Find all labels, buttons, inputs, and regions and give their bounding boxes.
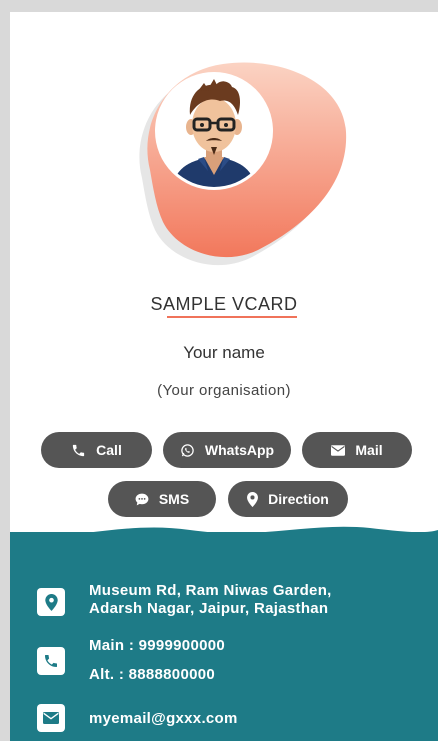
email-text[interactable]: myemail@gxxx.com xyxy=(89,710,238,728)
card-header-area: SAMPLE VCARD Your name (Your organisatio… xyxy=(10,12,438,532)
avatar xyxy=(158,75,270,187)
phone-icon xyxy=(73,444,85,456)
whatsapp-icon xyxy=(181,443,194,457)
title-divider xyxy=(167,316,297,318)
person-name: Your name xyxy=(183,343,265,362)
envelope-icon xyxy=(331,444,346,456)
avatar-icon xyxy=(172,79,256,187)
map-pin-icon xyxy=(247,491,259,507)
phone-icon-box xyxy=(37,647,65,675)
direction-label: Direction xyxy=(268,491,329,507)
mail-label: Mail xyxy=(355,442,383,458)
address-line-1: Museum Rd, Ram Niwas Garden, xyxy=(89,582,332,599)
direction-button[interactable]: Direction xyxy=(228,481,348,517)
vcard: SAMPLE VCARD Your name (Your organisatio… xyxy=(10,12,438,741)
chat-bubble-icon xyxy=(135,493,149,505)
address-line-2: Adarsh Nagar, Jaipur, Rajasthan xyxy=(89,600,329,617)
address-text[interactable]: Museum Rd, Ram Niwas Garden, Adarsh Naga… xyxy=(89,582,332,618)
call-button[interactable]: Call xyxy=(41,432,152,468)
email-icon-box xyxy=(37,704,65,732)
phone-alt[interactable]: Alt. : 8888800000 xyxy=(89,666,215,684)
phone-main[interactable]: Main : 9999900000 xyxy=(89,637,225,655)
sms-button[interactable]: SMS xyxy=(108,481,216,517)
location-pin-icon xyxy=(44,593,58,611)
sms-label: SMS xyxy=(158,491,190,507)
address-icon-box xyxy=(37,588,65,616)
envelope-icon xyxy=(43,712,59,724)
phone-icon xyxy=(45,655,57,667)
mail-button[interactable]: Mail xyxy=(302,432,412,468)
whatsapp-label: WhatsApp xyxy=(204,442,275,458)
whatsapp-button[interactable]: WhatsApp xyxy=(163,432,291,468)
card-title: SAMPLE VCARD xyxy=(150,294,298,314)
organisation-name: (Your organisation) xyxy=(157,382,291,399)
wave-divider xyxy=(10,526,438,558)
call-label: Call xyxy=(96,442,122,458)
